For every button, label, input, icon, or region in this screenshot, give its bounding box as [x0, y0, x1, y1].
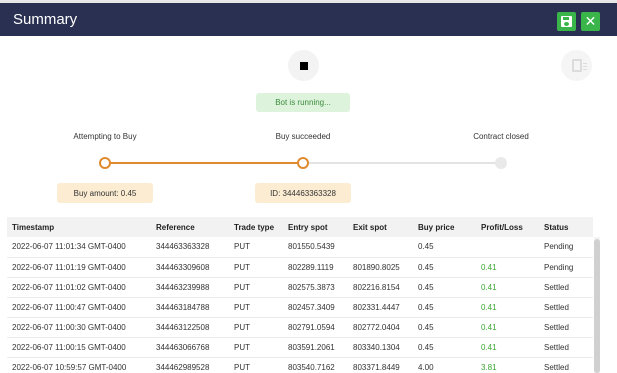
table-cell: 802216.8154	[348, 277, 413, 298]
column-header: Trade type	[229, 217, 283, 237]
table-row: 2022-06-07 11:01:19 GMT-0400 344463309608…	[7, 257, 593, 278]
table-cell: 803340.1304	[348, 337, 413, 358]
column-header: Reference	[151, 217, 229, 237]
table-cell: 344463363328	[151, 237, 229, 258]
table-scrollbar-thumb[interactable]	[594, 239, 600, 373]
table-cell: Settled	[539, 337, 593, 358]
table-cell: 2022-06-07 11:01:02 GMT-0400	[7, 277, 151, 298]
save-icon	[561, 16, 572, 27]
table-cell: 0.45	[413, 297, 476, 318]
column-header: Entry spot	[283, 217, 348, 237]
column-header: Status	[539, 217, 593, 237]
column-header: Profit/Loss	[476, 217, 539, 237]
stop-bot-button[interactable]	[288, 50, 319, 81]
table-cell: 801890.8025	[348, 257, 413, 278]
table-cell: PUT	[229, 317, 283, 338]
title-bar: Summary ✕	[0, 0, 617, 36]
table-cell: 0.41	[476, 297, 539, 318]
buy-amount-badge: Buy amount: 0.45	[57, 183, 153, 203]
table-cell: 4.00	[413, 357, 476, 373]
table-cell: 0.41	[476, 317, 539, 338]
step-closed-label: Contract closed	[473, 132, 529, 141]
table-cell: 344463239988	[151, 277, 229, 298]
step-node-succeeded	[297, 157, 309, 169]
table-cell: 802791.0594	[283, 317, 348, 338]
progress-line-completed	[105, 162, 303, 164]
table-cell: 802331.4447	[348, 297, 413, 318]
table-cell: 3.81	[476, 357, 539, 373]
table-cell: 2022-06-07 11:01:34 GMT-0400	[7, 237, 151, 258]
table-cell: 2022-06-07 11:00:47 GMT-0400	[7, 297, 151, 318]
table-cell: 0.45	[413, 337, 476, 358]
table-cell: 2022-06-07 11:00:15 GMT-0400	[7, 337, 151, 358]
step-attempting-label: Attempting to Buy	[73, 132, 137, 141]
table-cell: Settled	[539, 317, 593, 338]
table-cell: PUT	[229, 257, 283, 278]
step-succeeded-label: Buy succeeded	[275, 132, 331, 141]
step-node-closed	[495, 157, 507, 169]
step-node-attempting	[99, 157, 111, 169]
table-cell: 344463309608	[151, 257, 229, 278]
table-cell: PUT	[229, 357, 283, 373]
table-cell	[348, 237, 413, 258]
clear-log-button[interactable]	[561, 50, 592, 81]
table-cell: 803540.7162	[283, 357, 348, 373]
table-cell: 0.45	[413, 317, 476, 338]
table-cell: PUT	[229, 337, 283, 358]
save-button[interactable]	[557, 12, 576, 31]
table-cell: 801550.5439	[283, 237, 348, 258]
dialog-title: Summary	[13, 11, 78, 28]
table-cell: PUT	[229, 237, 283, 258]
close-button[interactable]: ✕	[581, 12, 600, 31]
table-cell: Settled	[539, 297, 593, 318]
table-cell: 344462989528	[151, 357, 229, 373]
progress-line-pending	[303, 162, 501, 164]
table-cell: 344463066768	[151, 337, 229, 358]
table-cell: Settled	[539, 357, 593, 373]
transactions-table-container: Timestamp Reference Trade type Entry spot Ex…	[7, 217, 601, 373]
stop-icon	[299, 61, 308, 70]
table-cell: 803371.8449	[348, 357, 413, 373]
table-cell: 0.45	[413, 237, 476, 258]
table-cell: 2022-06-07 10:59:57 GMT-0400	[7, 357, 151, 373]
column-header: Timestamp	[7, 217, 151, 237]
table-cell: 802772.0404	[348, 317, 413, 338]
table-header-row: Timestamp Reference Trade type Entry spot Ex…	[7, 217, 593, 237]
close-icon: ✕	[584, 13, 597, 29]
table-cell: 0.41	[476, 257, 539, 278]
table-cell: 802457.3409	[283, 297, 348, 318]
table-row: 2022-06-07 11:00:30 GMT-0400 344463122508…	[7, 317, 593, 338]
table-cell: 802289.1119	[283, 257, 348, 278]
table-cell: 2022-06-07 11:01:19 GMT-0400	[7, 257, 151, 278]
table-row: 2022-06-07 11:00:15 GMT-0400 344463066768…	[7, 337, 593, 358]
table-cell: 344463122508	[151, 317, 229, 338]
table-cell: 344463184788	[151, 297, 229, 318]
column-header: Buy price	[413, 217, 476, 237]
clear-log-icon	[571, 59, 587, 72]
table-cell: 803591.2061	[283, 337, 348, 358]
table-cell: PUT	[229, 277, 283, 298]
table-row: 2022-06-07 10:59:57 GMT-0400 344462989528…	[7, 357, 593, 373]
bot-status-badge: Bot is running...	[256, 93, 350, 112]
table-body: 2022-06-07 11:01:34 GMT-0400 344463363328…	[7, 237, 593, 373]
table-row: 2022-06-07 11:01:02 GMT-0400 344463239988…	[7, 277, 593, 298]
table-cell: 0.41	[476, 337, 539, 358]
table-cell: Pending	[539, 257, 593, 278]
table-row: 2022-06-07 11:00:47 GMT-0400 344463184788…	[7, 297, 593, 318]
table-cell: Settled	[539, 277, 593, 298]
contract-id-badge: ID: 344463363328	[255, 183, 351, 203]
table-cell: 802575.3873	[283, 277, 348, 298]
table-cell: PUT	[229, 297, 283, 318]
table-cell: 0.45	[413, 257, 476, 278]
table-cell: 0.41	[476, 277, 539, 298]
table-cell: 0.45	[413, 277, 476, 298]
table-row: 2022-06-07 11:01:34 GMT-0400 344463363328…	[7, 237, 593, 258]
transactions-table: Timestamp Reference Trade type Entry spot Ex…	[7, 217, 593, 373]
table-cell	[476, 237, 539, 258]
table-cell: 2022-06-07 11:00:30 GMT-0400	[7, 317, 151, 338]
table-cell: Pending	[539, 237, 593, 258]
column-header: Exit spot	[348, 217, 413, 237]
